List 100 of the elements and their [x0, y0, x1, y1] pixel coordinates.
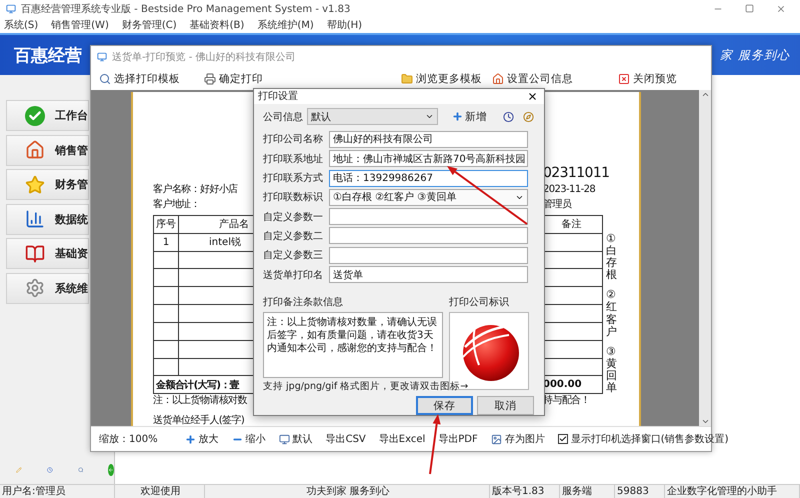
signature-label: 送货单位经手人(签字) [153, 415, 244, 426]
table-cell: 1 [154, 233, 178, 252]
section-label: 打印公司标识 [449, 296, 510, 309]
status-text: 欢迎使用 [115, 485, 205, 498]
table-cell [154, 251, 178, 269]
book-icon [25, 244, 45, 264]
table-cell [154, 286, 178, 305]
annotation-arrow [429, 414, 441, 474]
scroll-down-icon[interactable] [700, 417, 710, 426]
field-label: 打印公司名称 [263, 132, 324, 146]
menu-item[interactable]: 帮助(H) [326, 18, 362, 32]
window-title: 百惠经营管理系统专业版 - Bestside Pro Management System - v1.83 [21, 2, 350, 16]
input-field[interactable]: 送货单 [329, 266, 528, 283]
toolbar-button[interactable]: 放大 [184, 432, 219, 446]
input-field[interactable]: 佛山好的科技有限公司 [329, 130, 528, 148]
sidebar-button[interactable]: 基础资 [6, 238, 89, 269]
logo-frame[interactable] [449, 312, 529, 390]
app-icon [97, 52, 107, 62]
toolbar-button[interactable]: 导出PDF [438, 432, 478, 446]
checkmark-icon [25, 106, 45, 126]
checkbox[interactable] [558, 434, 568, 444]
toolbar-button[interactable]: 缩小 [232, 432, 266, 446]
menu-item[interactable]: 系统(S) [4, 18, 38, 32]
house-icon [25, 140, 45, 160]
status-text: 59883 [615, 485, 665, 498]
table-header: 序号 [154, 216, 178, 234]
checkbox-label: 显示打印机选择窗口(销售参数设置) [570, 432, 729, 446]
toolbar-button[interactable]: 确定打印 [204, 72, 263, 86]
compass-icon[interactable] [522, 110, 534, 123]
copy-label: ①白存根 [606, 233, 617, 282]
toolbar-button[interactable]: 浏览更多模板 [401, 72, 482, 86]
table-cell [154, 340, 178, 358]
dialog-button[interactable]: 取消 [477, 396, 534, 415]
printer-icon [204, 73, 216, 85]
select-field[interactable]: ①白存根 ②红客户 ③黄回单 [329, 188, 528, 206]
menu-item[interactable]: 系统维护(M) [257, 18, 314, 32]
house-icon [492, 73, 504, 85]
input-field[interactable] [329, 227, 528, 244]
monitor-icon [278, 434, 290, 444]
sidebar-button[interactable]: 系统维 [6, 272, 89, 304]
folder-icon [401, 73, 413, 85]
back-icon[interactable] [108, 464, 114, 476]
menu-item[interactable]: 财务管理(C) [122, 18, 177, 32]
scroll-up-icon[interactable] [700, 90, 710, 99]
field-label: 送货单打印名 [263, 268, 324, 282]
field-label: 公司信息 [263, 110, 303, 124]
input-field[interactable]: 地址：佛山市禅城区古新路70号高新科技园 [329, 150, 528, 168]
toolbar-button[interactable]: 导出CSV [326, 432, 366, 446]
sidebar-button[interactable]: 财务管 [6, 169, 89, 200]
remarks-field[interactable]: 注：以上货物请核对数量，请确认无误后签字，如有质量问题，请在收货3天内通知本公司，感谢您的支持与配合！ [263, 312, 443, 378]
add-button[interactable]: 新增 [452, 110, 487, 124]
window-title: 送货单-打印预览 - 佛山好的科技有限公司 [112, 50, 296, 64]
picture-icon [490, 434, 502, 444]
bar-chart-icon [25, 209, 45, 229]
status-text: 企业数字化管理的小助手 [665, 485, 800, 498]
status-text: 用户名:管理员 [0, 485, 115, 498]
gear-icon [25, 278, 45, 298]
field-label: 自定义参数三 [263, 248, 324, 262]
input-field[interactable] [329, 246, 528, 264]
hint-text: 支持 jpg/png/gif 格式图片，更改请双击图标→ [263, 380, 470, 393]
status-text: 功夫到家 服务到心 [205, 485, 490, 498]
toolbar-button[interactable]: 设置公司信息 [492, 72, 573, 86]
table-cell [154, 322, 178, 340]
clock-icon[interactable] [502, 110, 514, 123]
input-field[interactable] [329, 208, 528, 226]
table-cell [154, 268, 178, 287]
toolbar-button[interactable]: 导出Excel [378, 432, 426, 446]
toolbar-button[interactable]: 默认 [278, 432, 313, 446]
menu-item[interactable]: 销售管理(W) [51, 18, 109, 32]
plus-icon [452, 111, 463, 122]
slogan: 家 服务到心 [720, 46, 791, 64]
copy-label: ③黄回单 [606, 346, 617, 394]
star-icon [25, 174, 45, 194]
app-icon [6, 4, 16, 14]
sidebar-button[interactable]: 销售管 [6, 134, 89, 166]
input-field[interactable]: 电话：13929986267 [329, 170, 528, 187]
dialog-title: 打印设置 [258, 90, 298, 104]
section-label: 打印备注条款信息 [263, 296, 344, 309]
company-select[interactable]: 默认 [307, 108, 438, 126]
field-label: 打印联数标识 [263, 190, 324, 204]
order-date: 2023-11-28 [543, 183, 596, 197]
table-cell [154, 304, 178, 322]
maximize-icon[interactable] [745, 4, 754, 12]
toolbar-button[interactable]: 存为图片 [490, 432, 545, 446]
sidebar-button[interactable]: 数据统 [6, 204, 89, 234]
plus-icon [184, 434, 196, 444]
menu-item[interactable]: 基础资料(B) [190, 18, 244, 32]
scrollbar[interactable] [699, 90, 711, 426]
note-text: 注：以上货物请核对数 [153, 394, 248, 408]
close-icon [618, 73, 630, 85]
toolbar-button[interactable]: 选择打印模板 [99, 72, 180, 86]
search-icon [99, 73, 111, 85]
customer-address: 客户地址： [153, 198, 200, 212]
app-title: 百惠经营 [14, 44, 82, 66]
customer-name: 客户名称：好好小店 [153, 183, 238, 197]
order-number: 02311011 [543, 164, 610, 182]
close-icon[interactable] [527, 90, 538, 102]
toolbar-button[interactable]: 关闭预览 [618, 72, 677, 86]
sidebar-button[interactable]: 工作台 [6, 100, 89, 131]
dialog-button[interactable]: 保存 [416, 396, 473, 415]
